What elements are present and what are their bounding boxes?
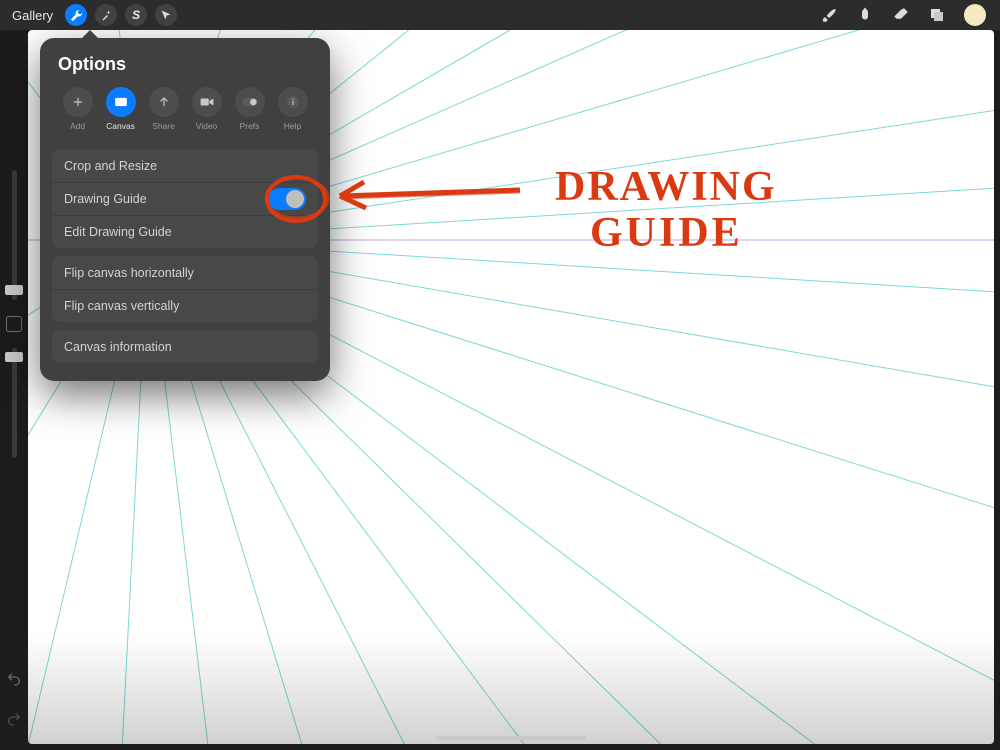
tab-prefs-label: Prefs — [240, 121, 260, 131]
tab-share[interactable]: Share — [142, 87, 185, 131]
plus-icon — [71, 95, 85, 109]
tab-canvas[interactable]: Canvas — [99, 87, 142, 131]
row-info-label: Canvas information — [64, 340, 172, 354]
selection-button[interactable]: S — [125, 4, 147, 26]
home-indicator — [436, 736, 586, 740]
brush-size-slider[interactable] — [12, 170, 17, 300]
layers-button[interactable] — [928, 6, 946, 24]
tab-help[interactable]: Help — [271, 87, 314, 131]
tab-add-label: Add — [70, 121, 85, 131]
group-guide: Crop and Resize Drawing Guide Edit Drawi… — [52, 149, 318, 248]
tab-add[interactable]: Add — [56, 87, 99, 131]
tab-video-label: Video — [196, 121, 218, 131]
row-edit-label: Edit Drawing Guide — [64, 225, 172, 239]
actions-button[interactable] — [65, 4, 87, 26]
popover-tab-row: Add Canvas Share Video Prefs Help — [52, 87, 318, 141]
tab-help-label: Help — [284, 121, 301, 131]
layers-icon — [928, 6, 946, 24]
tab-share-label: Share — [152, 121, 175, 131]
eraser-tool[interactable] — [892, 6, 910, 24]
smudge-icon — [856, 6, 874, 24]
info-icon — [286, 95, 300, 109]
brush-icon — [820, 6, 838, 24]
wrench-icon — [70, 9, 83, 22]
group-flip: Flip canvas horizontally Flip canvas ver… — [52, 256, 318, 322]
arrow-cursor-icon — [160, 9, 172, 21]
row-crop-label: Crop and Resize — [64, 159, 157, 173]
adjustments-button[interactable] — [95, 4, 117, 26]
modify-button[interactable] — [6, 316, 22, 332]
drawing-guide-toggle[interactable] — [268, 188, 306, 210]
toolbar-left: Gallery S — [8, 4, 177, 26]
row-guide-label: Drawing Guide — [64, 192, 147, 206]
gallery-button[interactable]: Gallery — [8, 8, 57, 23]
row-drawing-guide[interactable]: Drawing Guide — [52, 182, 318, 215]
brush-size-thumb[interactable] — [5, 285, 23, 295]
share-up-icon — [157, 95, 171, 109]
row-canvas-info[interactable]: Canvas information — [52, 330, 318, 363]
left-sidebar — [0, 30, 28, 750]
brush-tool[interactable] — [820, 6, 838, 24]
opacity-thumb[interactable] — [5, 352, 23, 362]
video-icon — [200, 96, 214, 108]
row-flip-h-label: Flip canvas horizontally — [64, 266, 194, 280]
opacity-slider[interactable] — [12, 348, 17, 458]
toggle-mini-icon — [242, 97, 258, 107]
wand-icon — [100, 9, 112, 21]
smudge-tool[interactable] — [856, 6, 874, 24]
color-picker[interactable] — [964, 4, 986, 26]
group-info: Canvas information — [52, 330, 318, 363]
row-edit-guide[interactable]: Edit Drawing Guide — [52, 215, 318, 248]
tab-canvas-label: Canvas — [106, 121, 135, 131]
popover-title: Options — [52, 52, 318, 87]
eraser-icon — [892, 6, 910, 24]
row-flip-h[interactable]: Flip canvas horizontally — [52, 256, 318, 289]
redo-icon — [6, 711, 22, 727]
undo-button[interactable] — [5, 670, 23, 688]
row-flip-v[interactable]: Flip canvas vertically — [52, 289, 318, 322]
redo-button[interactable] — [5, 710, 23, 728]
toggle-knob — [286, 190, 304, 208]
undo-icon — [6, 671, 22, 687]
tab-video[interactable]: Video — [185, 87, 228, 131]
transform-button[interactable] — [155, 4, 177, 26]
toolbar-right — [820, 4, 992, 26]
tab-prefs[interactable]: Prefs — [228, 87, 271, 131]
row-flip-v-label: Flip canvas vertically — [64, 299, 179, 313]
canvas-icon — [114, 96, 128, 108]
actions-popover: Options Add Canvas Share Video Prefs Hel… — [40, 38, 330, 381]
row-crop-resize[interactable]: Crop and Resize — [52, 149, 318, 182]
top-toolbar: Gallery S — [0, 0, 1000, 30]
